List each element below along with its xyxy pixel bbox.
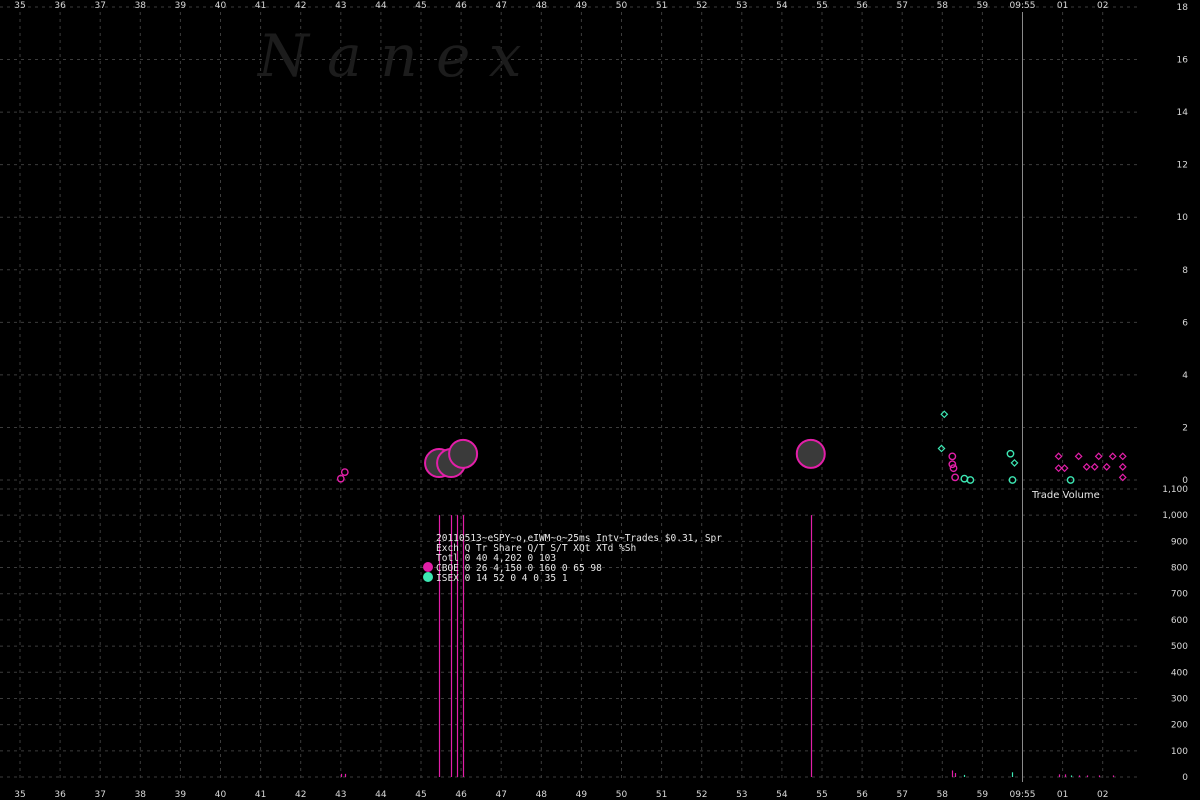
x-tick-label: 55 — [816, 790, 827, 800]
x-tick-label: 59 — [977, 1, 989, 11]
x-tick-label: 45 — [415, 790, 426, 800]
volume-panel-title: Trade Volume — [1031, 490, 1100, 501]
x-tick-label: 09:55 — [1010, 1, 1036, 11]
nanex-chart: N a n e x 35 36 37 38 39 40 41 42 43 44 45 46 47 48 49… — [0, 0, 1200, 800]
x-tick-label: 40 — [215, 790, 227, 800]
x-tick-label: 47 — [495, 1, 506, 11]
x-tick-label: 01 — [1057, 790, 1068, 800]
x-tick-label: 43 — [335, 1, 346, 11]
x-tick-label: 58 — [937, 790, 949, 800]
y-tick-label-price: 6 — [1182, 318, 1188, 328]
x-tick-label: 41 — [255, 790, 266, 800]
x-tick-label: 48 — [536, 1, 548, 11]
x-tick-label: 44 — [375, 1, 387, 11]
x-tick-label: 57 — [896, 1, 907, 11]
x-tick-label: 02 — [1097, 790, 1108, 800]
y-tick-label-price: 2 — [1182, 423, 1188, 433]
x-tick-label: 45 — [415, 1, 426, 11]
x-tick-label: 53 — [736, 790, 747, 800]
y-tick-label-price: 16 — [1177, 56, 1189, 66]
y-tick-label-volume: 800 — [1171, 564, 1188, 574]
x-tick-label: 36 — [54, 790, 66, 800]
y-tick-label-price: 14 — [1177, 108, 1189, 118]
x-tick-label: 50 — [616, 790, 628, 800]
x-tick-label: 40 — [215, 1, 227, 11]
x-tick-label: 49 — [576, 1, 588, 11]
stats-row-isex: ISEX 0 14 52 0 4 0 35 1 — [436, 573, 568, 584]
x-tick-label: 38 — [135, 790, 147, 800]
x-tick-label: 35 — [14, 790, 25, 800]
trade-point-cboe — [448, 438, 479, 469]
x-tick-label: 50 — [616, 1, 628, 11]
y-tick-label-volume: 1,100 — [1162, 485, 1188, 495]
x-tick-label: 47 — [495, 790, 506, 800]
x-tick-label: 46 — [455, 790, 467, 800]
x-tick-label: 44 — [375, 790, 387, 800]
x-tick-label: 52 — [696, 1, 707, 11]
y-tick-label-price: 8 — [1182, 266, 1188, 276]
x-tick-label: 38 — [135, 1, 147, 11]
x-tick-label: 55 — [816, 1, 827, 11]
y-tick-label-volume: 400 — [1171, 668, 1188, 678]
x-tick-label: 42 — [295, 1, 306, 11]
x-tick-label: 37 — [94, 790, 105, 800]
x-tick-label: 57 — [896, 790, 907, 800]
y-tick-label-volume: 500 — [1171, 642, 1188, 652]
x-tick-label: 59 — [977, 790, 989, 800]
y-tick-label-volume: 1,000 — [1162, 511, 1188, 521]
x-tick-label: 39 — [175, 1, 187, 11]
x-tick-label: 39 — [175, 790, 187, 800]
y-tick-label-volume: 300 — [1171, 694, 1188, 704]
cboe-legend-dot — [423, 562, 433, 572]
x-tick-label: 46 — [455, 1, 467, 11]
y-tick-label-price: 12 — [1177, 161, 1188, 171]
x-tick-label: 51 — [656, 790, 667, 800]
y-tick-label-volume: 100 — [1171, 747, 1188, 757]
y-tick-label-volume: 600 — [1171, 616, 1188, 626]
x-tick-label: 35 — [14, 1, 25, 11]
x-tick-label: 43 — [335, 790, 346, 800]
x-tick-label: 48 — [536, 790, 548, 800]
trade-point-cboe — [795, 438, 826, 469]
x-tick-label: 49 — [576, 790, 588, 800]
x-tick-label: 53 — [736, 1, 747, 11]
x-tick-label: 54 — [776, 790, 788, 800]
x-tick-label: 42 — [295, 790, 306, 800]
y-tick-label-volume: 900 — [1171, 537, 1188, 547]
x-tick-label: 02 — [1097, 1, 1108, 11]
x-tick-label: 09:55 — [1010, 790, 1036, 800]
y-tick-label-price: 18 — [1177, 3, 1189, 13]
y-tick-label-price: 10 — [1177, 213, 1189, 223]
x-tick-label: 54 — [776, 1, 788, 11]
x-tick-label: 56 — [856, 1, 868, 11]
isex-legend-dot — [423, 572, 433, 582]
x-tick-label: 58 — [937, 1, 949, 11]
x-tick-label: 01 — [1057, 1, 1068, 11]
y-tick-label-volume: 0 — [1182, 773, 1188, 783]
y-tick-label-price: 4 — [1182, 371, 1188, 381]
nanex-watermark: N a n e x — [256, 22, 521, 90]
x-tick-label: 52 — [696, 790, 707, 800]
x-tick-label: 51 — [656, 1, 667, 11]
x-tick-label: 36 — [54, 1, 66, 11]
x-tick-label: 56 — [856, 790, 868, 800]
x-tick-label: 41 — [255, 1, 266, 11]
x-tick-label: 37 — [94, 1, 105, 11]
y-tick-label-volume: 700 — [1171, 590, 1188, 600]
y-tick-label-volume: 200 — [1171, 721, 1188, 731]
